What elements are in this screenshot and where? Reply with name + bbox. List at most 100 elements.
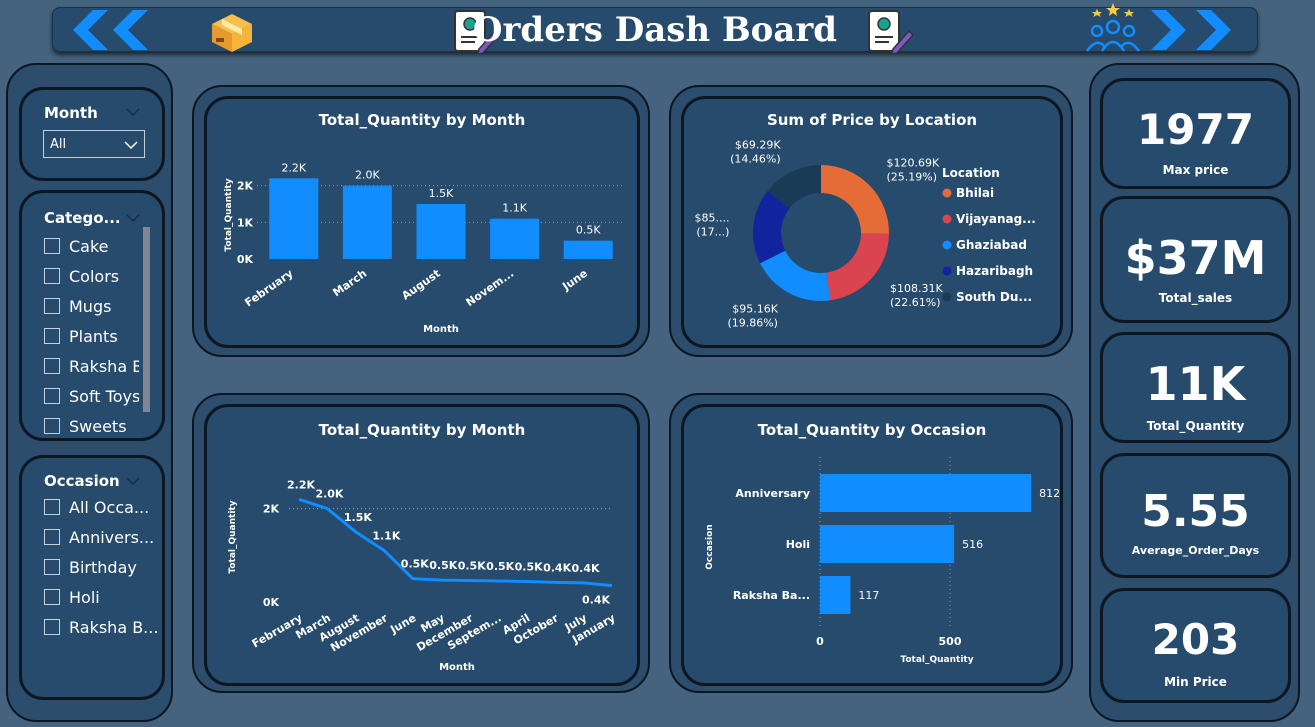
x-tick-label: June [559, 267, 590, 294]
data-label: 0.5K [401, 558, 429, 571]
bar [490, 218, 540, 259]
category-item-colors[interactable]: Colors [44, 261, 139, 291]
slice-label: $95.16K [732, 302, 778, 315]
month-slicer: Month All [19, 87, 165, 181]
x-axis-title: Month [423, 324, 459, 335]
occasion-slicer: Occasion All Occa... Annivers... Birthda… [19, 455, 165, 700]
kpi-value: 203 [1151, 615, 1240, 664]
donut-slice [821, 165, 889, 234]
legend-label: Ghaziabad [956, 238, 1027, 252]
data-label: 516 [962, 538, 983, 551]
legend-marker [942, 266, 952, 276]
line-chart-panel: Total_Quantity by Month 0K 2K 2.2K February… [192, 393, 650, 693]
data-label: 1.5K [344, 511, 372, 524]
kpi-value: 1977 [1137, 105, 1254, 154]
y-tick-label: Holi [786, 538, 810, 551]
kpi-value: 11K [1145, 357, 1246, 411]
bar-chart-card: Total_Quantity by Month 0K 1K 2K 2.2K Februa… [204, 96, 640, 348]
category-item-soft-toys[interactable]: Soft Toys [44, 381, 139, 411]
checkbox[interactable] [44, 268, 60, 284]
data-label: 0.5K [576, 224, 601, 237]
checkbox[interactable] [44, 619, 60, 635]
y-axis-title: Occasion [705, 524, 715, 569]
occasion-list: All Occa... Annivers... Birthday Holi Ra… [44, 492, 159, 642]
kpi-card-total-sales: $37M Total_sales [1100, 196, 1291, 323]
bar [820, 525, 955, 563]
certificate-edit-icon [868, 10, 913, 53]
month-dropdown-value: All [50, 137, 67, 152]
occasion-slicer-title: Occasion [44, 472, 120, 490]
data-label: 0.5K [515, 560, 543, 573]
kpi-panel: 1977 Max price $37M Total_sales 11K Tota… [1089, 63, 1300, 722]
checkbox[interactable] [44, 529, 60, 545]
data-label: 0.4K [572, 562, 600, 575]
data-label: 0.4K [543, 561, 571, 574]
x-tick-label: 0 [816, 635, 824, 648]
category-item-sweets[interactable]: Sweets [44, 411, 139, 438]
occasion-item-birthday[interactable]: Birthday [44, 552, 159, 582]
chevron-down-icon[interactable] [126, 107, 140, 117]
x-axis-title: Total_Quantity [900, 655, 973, 665]
header-bar: Orders Dash Board [52, 3, 1258, 53]
legend-title: Location [942, 166, 1000, 180]
checkbox[interactable] [44, 559, 60, 575]
occasion-item-anniversary[interactable]: Annivers... [44, 522, 159, 552]
chevron-down-icon[interactable] [126, 213, 140, 223]
slice-label: $108.31K [890, 282, 943, 295]
slice-percent-label: (17...) [696, 226, 729, 239]
x-axis-title: Month [439, 662, 475, 673]
category-item-cake[interactable]: Cake [44, 231, 139, 261]
checkbox[interactable] [44, 358, 60, 374]
checkbox[interactable] [44, 589, 60, 605]
hbar-chart-panel: Total_Quantity by Occasion 0 500 812 Annive… [669, 393, 1073, 693]
donut-slice [826, 233, 889, 301]
category-item-raksha[interactable]: Raksha B... [44, 351, 139, 381]
data-label: 1.1K [372, 530, 400, 543]
slice-label: $69.29K [735, 138, 781, 151]
kpi-label: Total_Quantity [1146, 419, 1245, 433]
y-tick-label: Raksha Ba... [733, 589, 810, 602]
bar [269, 178, 319, 259]
slice-percent-label: (25.19%) [886, 170, 937, 183]
slice-percent-label: (19.86%) [727, 316, 778, 329]
y-tick-label: 0K [237, 253, 254, 266]
checkbox[interactable] [44, 238, 60, 254]
category-item-mugs[interactable]: Mugs [44, 291, 139, 321]
occasion-item-holi[interactable]: Holi [44, 582, 159, 612]
x-tick-label: March [330, 267, 369, 300]
bar-chart-panel: Total_Quantity by Month 0K 1K 2K 2.2K Februa… [192, 85, 650, 357]
line-chart-card: Total_Quantity by Month 0K 2K 2.2K February… [204, 404, 640, 686]
scrollbar[interactable] [143, 227, 150, 412]
team-stars-icon [1085, 3, 1141, 52]
bar [416, 204, 466, 259]
checkbox[interactable] [44, 499, 60, 515]
legend-label: Bhilai [956, 186, 994, 200]
legend-marker [942, 240, 952, 250]
checkbox[interactable] [44, 418, 60, 434]
y-tick-label: 0K [263, 596, 280, 609]
month-dropdown[interactable]: All [43, 130, 145, 158]
checkbox[interactable] [44, 298, 60, 314]
slice-percent-label: (22.61%) [890, 296, 941, 309]
legend-marker [942, 214, 952, 224]
kpi-card-max-price: 1977 Max price [1100, 78, 1291, 189]
legend-marker [942, 292, 952, 302]
chevron-down-icon [124, 141, 138, 150]
legend-label: Hazaribagh [956, 264, 1033, 278]
legend-label: South Du... [956, 290, 1032, 304]
data-label: 0.4K [582, 594, 610, 607]
kpi-label: Min Price [1164, 675, 1227, 689]
y-axis-title: Total_Quantity [224, 178, 234, 251]
occasion-item-all[interactable]: All Occa... [44, 492, 159, 522]
data-label: 812 [1039, 487, 1060, 500]
chevron-down-icon[interactable] [126, 476, 140, 486]
data-label: 2.2K [281, 161, 306, 174]
checkbox[interactable] [44, 388, 60, 404]
checkbox[interactable] [44, 328, 60, 344]
occasion-item-raksha[interactable]: Raksha B... [44, 612, 159, 642]
kpi-label: Max price [1162, 163, 1229, 177]
legend-label: Vijayanag... [956, 212, 1036, 226]
slice-label: $85.... [694, 212, 729, 225]
page-title: Orders Dash Board [472, 10, 838, 50]
category-item-plants[interactable]: Plants [44, 321, 139, 351]
